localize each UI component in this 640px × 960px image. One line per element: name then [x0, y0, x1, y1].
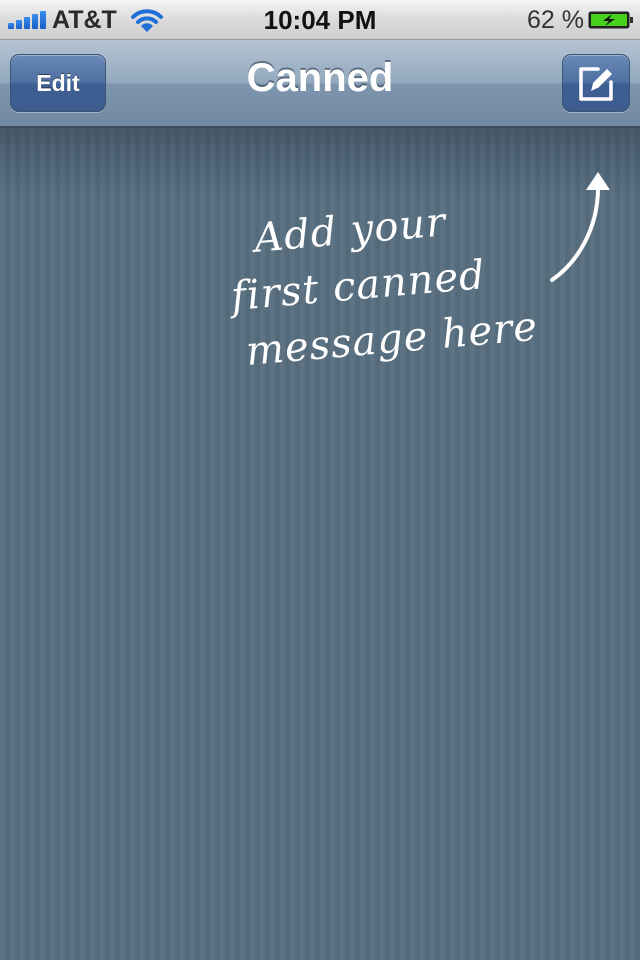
navigation-bar: Edit Canned: [0, 40, 640, 128]
page-title: Canned: [246, 56, 394, 100]
battery-charging-icon: [588, 11, 633, 29]
message-list: Add your first canned message here: [0, 128, 640, 960]
screen: AT&T 10:04 PM 62 % Edit Canned Add your …: [0, 0, 640, 960]
curved-arrow-up-icon: [550, 172, 610, 282]
battery-percent: 62 %: [527, 6, 584, 34]
status-bar: AT&T 10:04 PM 62 %: [0, 0, 640, 40]
compose-icon: [579, 67, 613, 101]
empty-state-hint: Add your first canned message here: [218, 184, 571, 381]
compose-button[interactable]: [562, 54, 630, 112]
